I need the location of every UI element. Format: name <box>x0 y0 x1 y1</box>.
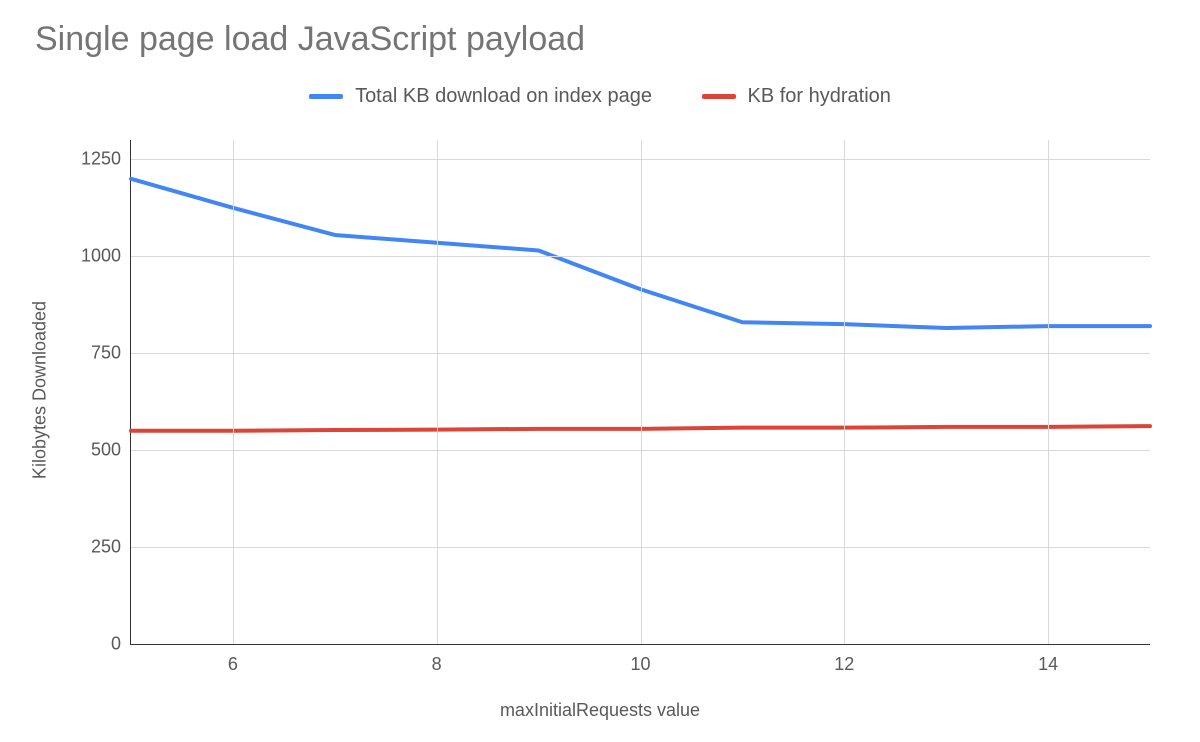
chart-legend: Total KB download on index page KB for h… <box>0 82 1200 108</box>
legend-item-hydration: KB for hydration <box>702 85 891 108</box>
legend-label-total: Total KB download on index page <box>355 85 652 108</box>
y-tick-label: 1250 <box>81 149 121 170</box>
gridline-v <box>1048 140 1049 644</box>
x-tick-label: 14 <box>1038 654 1058 675</box>
chart-title: Single page load JavaScript payload <box>35 20 585 59</box>
gridline-v <box>437 140 438 644</box>
y-tick-label: 500 <box>91 440 121 461</box>
y-axis-label: Kilobytes Downloaded <box>30 301 51 479</box>
y-tick-label: 0 <box>111 634 121 655</box>
x-tick-label: 6 <box>228 654 238 675</box>
x-tick-label: 8 <box>432 654 442 675</box>
y-tick-label: 250 <box>91 537 121 558</box>
legend-label-hydration: KB for hydration <box>748 85 891 108</box>
legend-swatch-red <box>702 94 736 99</box>
legend-swatch-blue <box>309 94 343 99</box>
chart-container: Single page load JavaScript payload Tota… <box>0 0 1200 742</box>
legend-item-total: Total KB download on index page <box>309 85 652 108</box>
gridline-v <box>233 140 234 644</box>
x-tick-label: 10 <box>630 654 650 675</box>
y-tick-label: 750 <box>91 343 121 364</box>
y-tick-label: 1000 <box>81 246 121 267</box>
x-tick-label: 12 <box>834 654 854 675</box>
plot-area: 02505007501000125068101214 <box>130 140 1150 645</box>
gridline-v <box>641 140 642 644</box>
x-axis-label: maxInitialRequests value <box>0 700 1200 721</box>
gridline-v <box>844 140 845 644</box>
